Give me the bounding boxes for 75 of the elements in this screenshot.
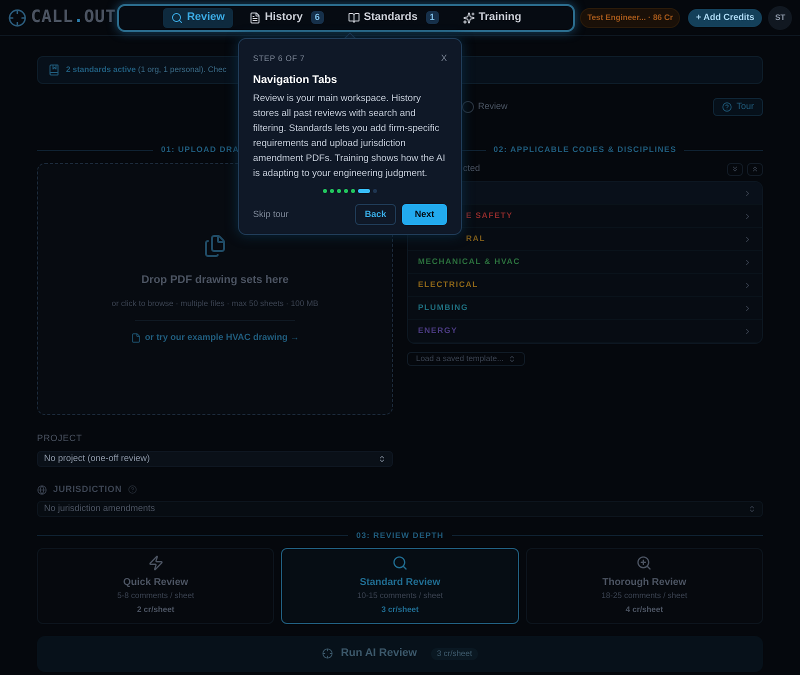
credits-badge: Test Engineer... · 86 Cr [580,8,680,28]
project-select[interactable]: No project (one-off review) [37,451,393,467]
chevron-right-icon [743,234,752,244]
next-button[interactable]: Next [402,204,447,225]
cost-badge: 3 cr/sheet [430,648,478,660]
double-chevron-down-icon [731,165,739,173]
user-avatar[interactable]: ST [768,6,792,30]
brand-logo: CALL.OUT [30,6,116,29]
discipline-row[interactable]: ENERGY [408,320,762,343]
globe-icon [37,484,47,495]
dropzone-title: Drop PDF drawing sets here [141,272,289,288]
jurisdiction-label: JURISDICTION [53,483,122,496]
search-icon [392,555,408,571]
zoom-icon [636,555,652,571]
file-icon [130,332,141,343]
skip-tour-link[interactable]: Skip tour [253,208,289,222]
banner-text: 2 standards active (1 org, 1 personal). Chec [66,64,227,76]
crosshair-logo-icon [8,8,27,28]
book-icon [48,64,60,76]
up-down-chevron-icon [508,355,516,363]
tour-button[interactable]: Tour [713,98,763,116]
count-badge: 1 [426,10,439,24]
review-depth-option[interactable]: Quick Review 5-8 comments / sheet 2 cr/sheet [37,548,274,624]
discipline-row[interactable]: MECHANICAL & HVAC [408,251,762,274]
example-drawing-link[interactable]: or try our example HVAC drawing → [130,331,300,344]
nav-tab[interactable]: History 6 [240,8,332,28]
count-badge: 6 [310,10,324,24]
discipline-label: PLUMBING [418,302,468,314]
chevron-right-icon [743,258,752,266]
back-button[interactable]: Back [355,204,396,225]
document-icon [248,12,261,24]
discipline-label: MECHANICAL & HVAC [418,256,520,268]
section-heading: 03: REVIEW DEPTH [356,530,444,542]
discipline-row[interactable]: ELECTRICAL [408,274,762,297]
discipline-label: RAL [466,233,486,245]
chevron-right-icon [743,188,752,198]
up-down-chevron-icon [378,455,386,463]
popover-title: Navigation Tabs [253,72,338,88]
discipline-row[interactable]: PLUMBING [408,297,762,320]
chevron-right-icon [743,212,752,220]
help-icon [722,102,732,112]
jurisdiction-select[interactable]: No jurisdiction amendments [37,500,763,516]
add-credits-button[interactable]: + Add Credits [688,8,762,26]
review-depth-option[interactable]: Standard Review 10-15 comments / sheet 3 cr/sheet [281,548,519,624]
discipline-label: ELECTRICAL [418,279,478,291]
stepper-step: Review [478,100,508,114]
review-depth-option[interactable]: Thorough Review 18-25 comments / sheet 4 cr/sheet [526,548,763,624]
step-counter: STEP 6 OF 7 [253,52,305,65]
discipline-label: ENERGY [418,325,458,337]
dropzone-hint: or click to browse · multiple files · max 50 sheets · 100 MB [112,298,318,310]
collapse-all-button[interactable] [747,162,763,176]
help-icon [128,485,137,494]
documents-icon [203,234,227,258]
project-label: PROJECT [37,433,82,443]
crosshair-icon [322,648,333,659]
section-heading: 01: UPLOAD DRA [161,144,240,156]
nav-tab[interactable]: Standards 1 [340,8,447,28]
expand-all-button[interactable] [727,162,743,176]
section-heading: 02: APPLICABLE CODES & DISCIPLINES [494,144,676,156]
chevron-right-icon [743,304,752,312]
jurisdiction-input[interactable]: No jurisdiction amendments [44,502,748,516]
discipline-label: E SAFETY [466,210,513,222]
template-select[interactable]: Load a saved template... [407,352,525,366]
chevron-right-icon [743,280,752,290]
double-chevron-up-icon [751,165,759,173]
chevron-right-icon [743,326,752,336]
up-down-chevron-icon [748,504,756,512]
nav-tab[interactable]: Review [162,8,233,28]
nav-tab[interactable]: Training [454,8,530,28]
book-icon [348,12,360,24]
search-icon [170,12,183,24]
selected-count: cted [463,162,480,176]
lightning-icon [148,555,164,571]
sparkle-icon [462,12,475,24]
close-button[interactable]: X [440,52,447,66]
